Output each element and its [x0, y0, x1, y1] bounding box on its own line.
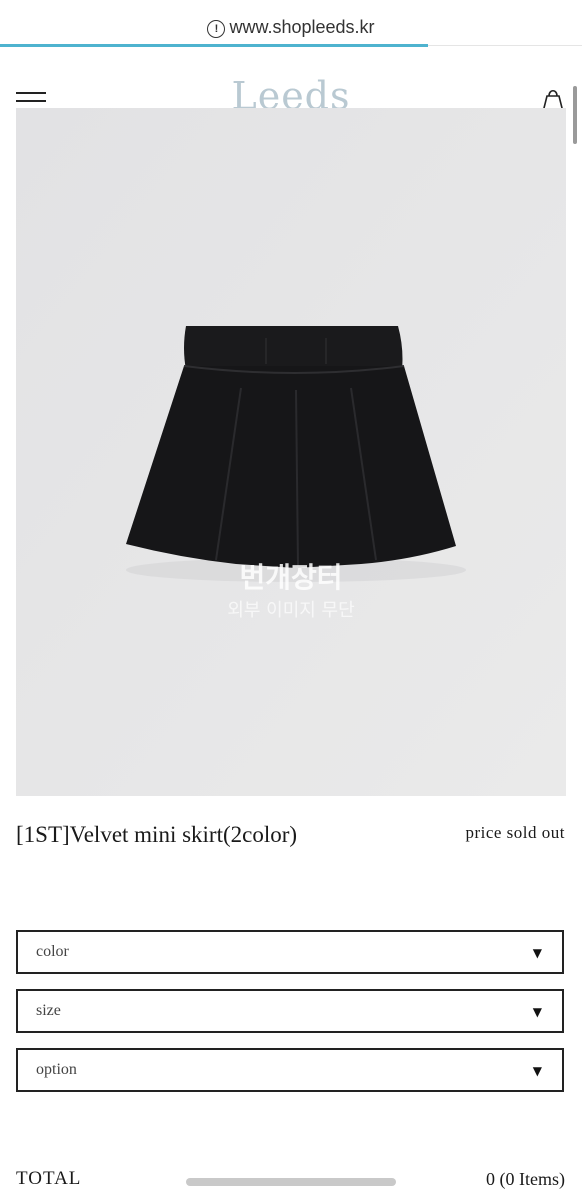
size-select-label: size: [36, 1002, 61, 1019]
total-value: 0 (0 Items): [486, 1169, 565, 1189]
product-name: [1ST]Velvet mini skirt(2color): [16, 822, 298, 847]
page-load-progress-bar: [0, 44, 428, 47]
skirt-illustration: [16, 108, 566, 796]
product-price: price sold out: [465, 823, 565, 842]
address-bar[interactable]: ! www.shopleeds.kr: [0, 0, 582, 48]
url-display[interactable]: ! www.shopleeds.kr: [0, 17, 582, 38]
url-text: www.shopleeds.kr: [229, 17, 375, 37]
size-select[interactable]: size ▼: [16, 989, 564, 1033]
option-select[interactable]: option ▼: [16, 1048, 564, 1092]
home-indicator[interactable]: [186, 1178, 396, 1186]
image-watermark: 번개장터: [239, 561, 343, 594]
total-label: TOTAL: [16, 1168, 82, 1189]
scrollbar-thumb[interactable]: [573, 86, 577, 144]
option-select-label: option: [36, 1061, 77, 1078]
info-icon[interactable]: !: [207, 20, 226, 38]
dropdown-arrow-icon: ▼: [532, 1064, 542, 1078]
product-image[interactable]: 번개장터 외부 이미지 무단: [16, 108, 566, 796]
image-watermark-sub: 외부 이미지 무단: [227, 600, 355, 621]
dropdown-arrow-icon: ▼: [532, 1005, 542, 1019]
dropdown-arrow-icon: ▼: [532, 946, 542, 960]
color-select[interactable]: color ▼: [16, 930, 564, 974]
color-select-label: color: [36, 943, 69, 960]
